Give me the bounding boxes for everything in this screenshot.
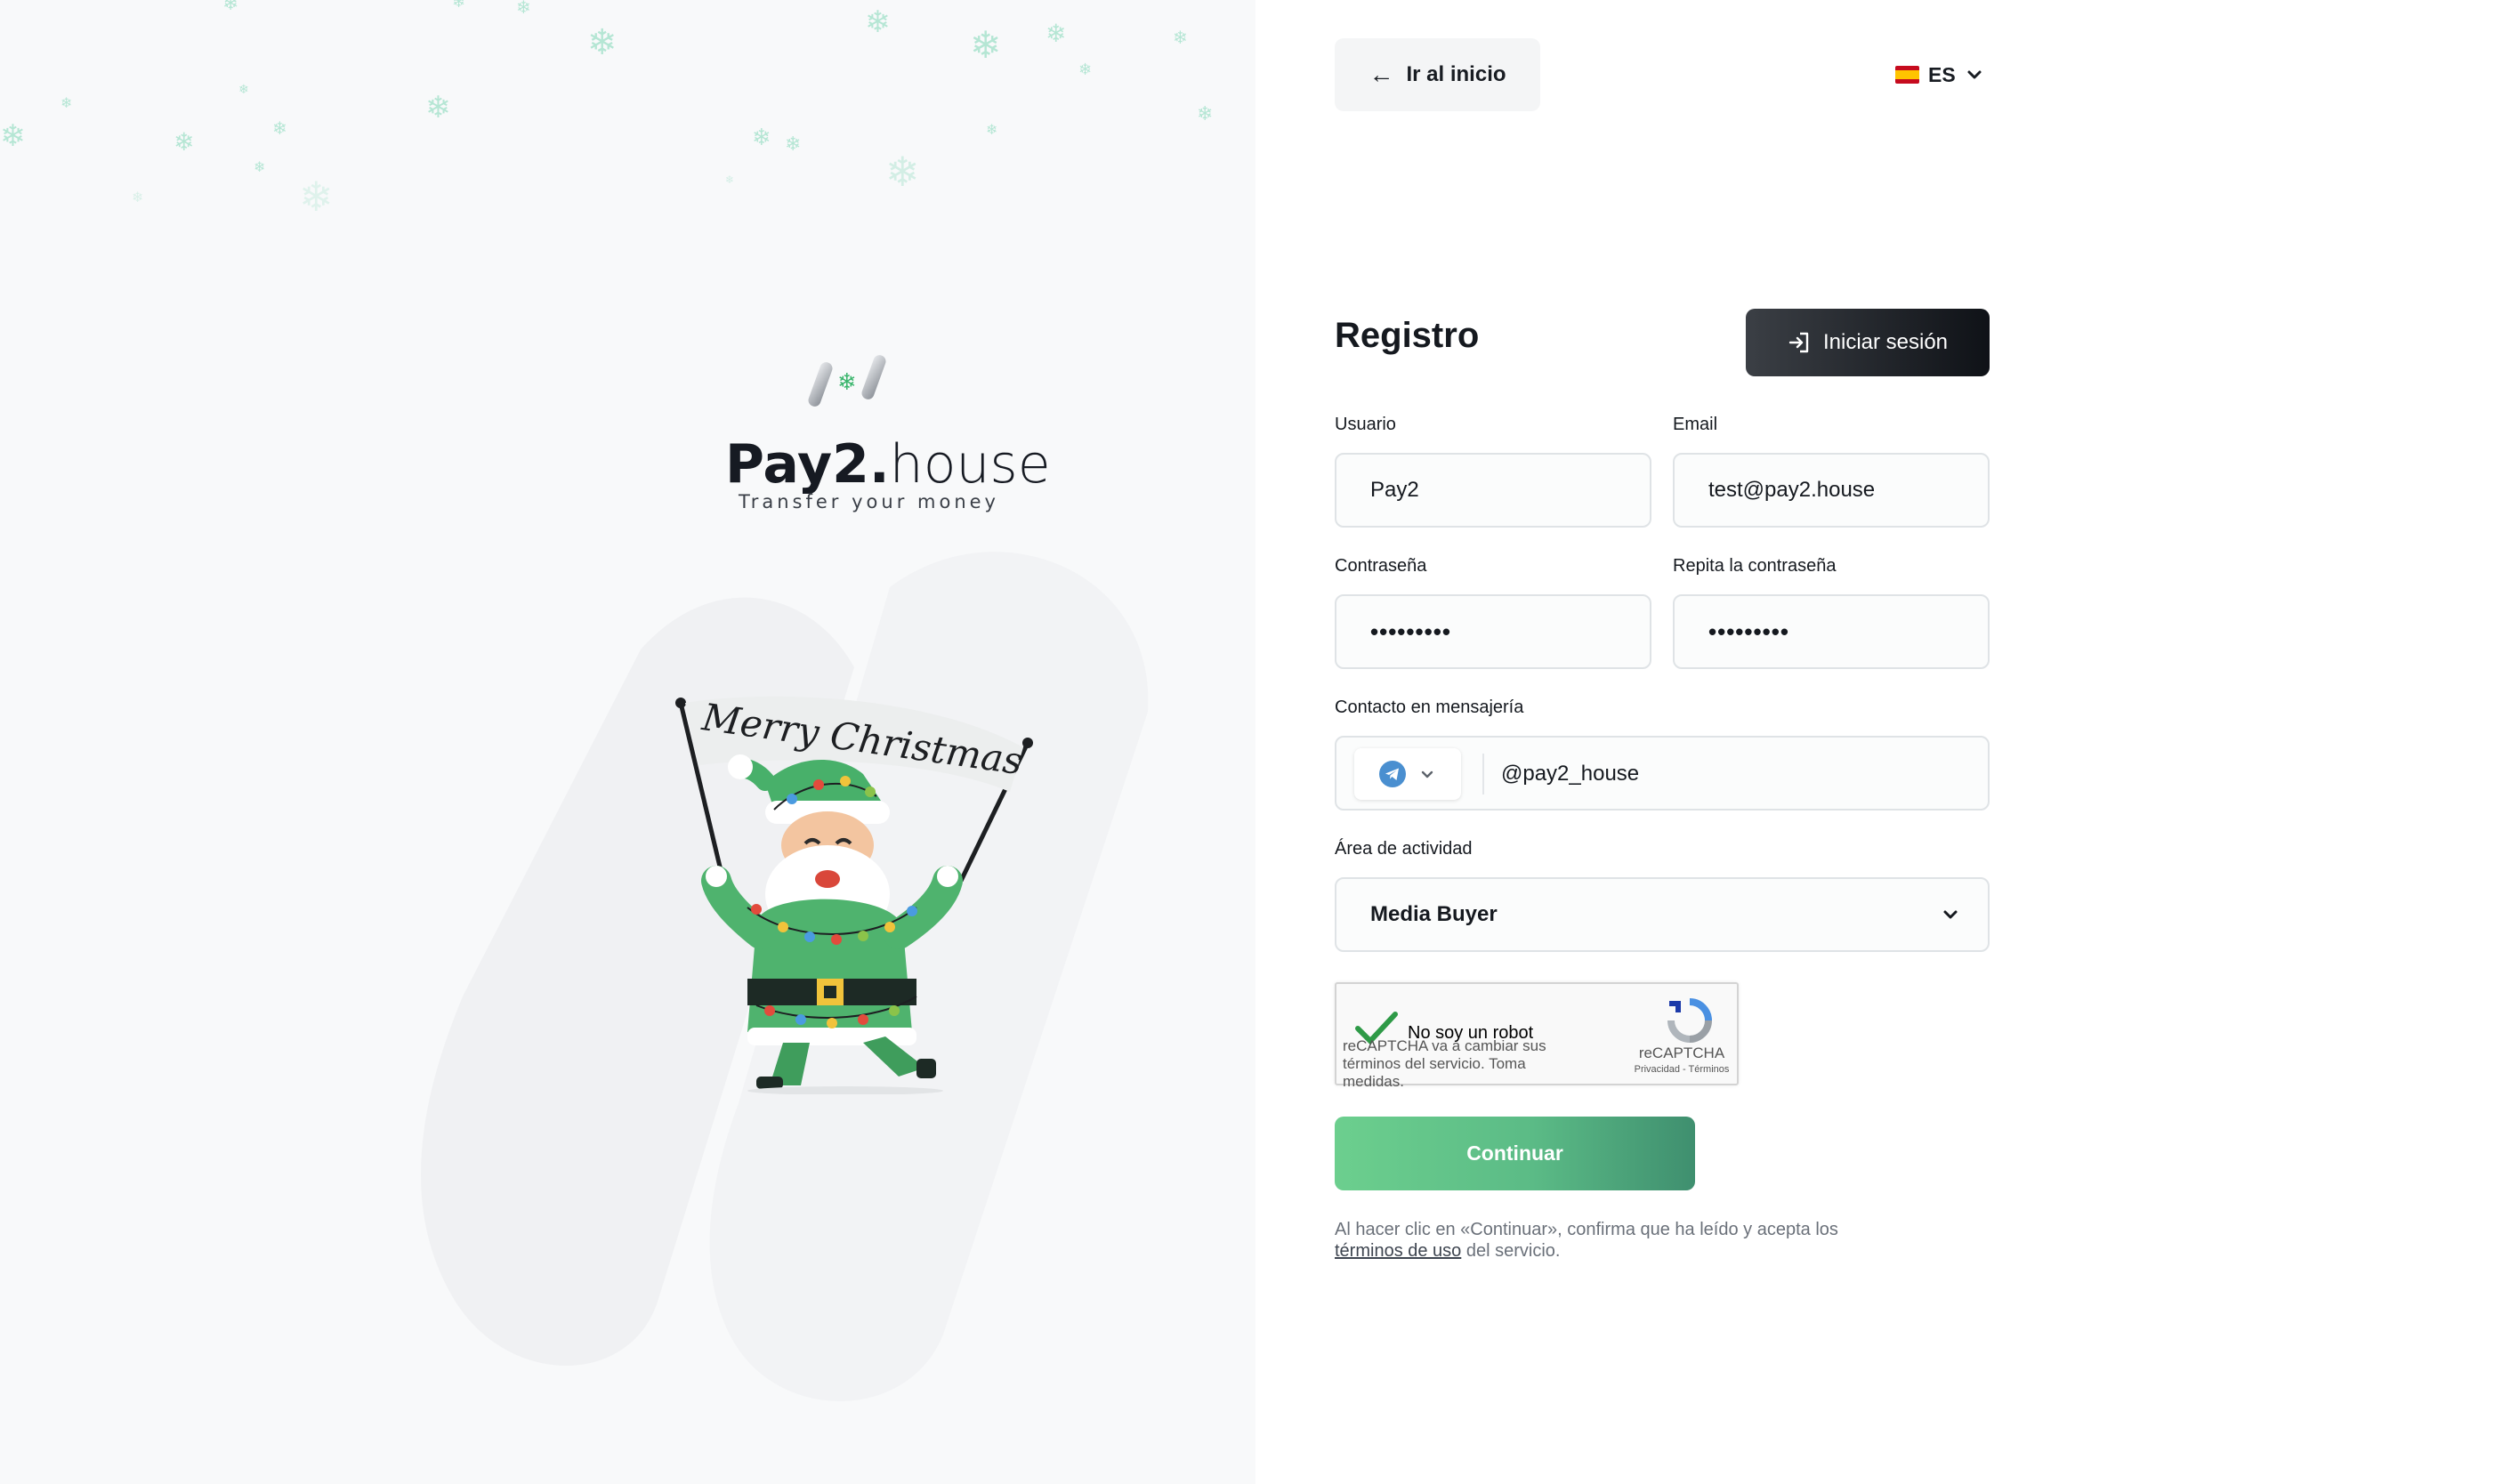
snowflake-icon: ❄ [1197, 103, 1214, 125]
email-label: Email [1673, 415, 1718, 434]
password-label: Contraseña [1335, 556, 1427, 576]
brand-tagline: Transfer your money [739, 491, 999, 512]
snowflake-icon: ❄ [1046, 19, 1067, 48]
svg-text:❄: ❄ [837, 369, 857, 396]
snowflake-icon: ❄ [132, 189, 144, 206]
recaptcha-warning: reCAPTCHA va a cambiar sus términos del … [1343, 1037, 1546, 1090]
snowflake-icon: ❄ [785, 133, 802, 156]
snowflake-icon: ❄ [865, 4, 891, 40]
arrow-left-icon: ← [1369, 60, 1394, 88]
brand-logo-icon: ❄ [808, 355, 886, 407]
login-label: Iniciar sesión [1822, 330, 1949, 354]
snowflake-icon: ❄ [516, 0, 531, 18]
snowflake-icon: ❄ [1078, 60, 1093, 79]
snowflake-icon: ❄ [752, 125, 771, 151]
snowflake-icon: ❄ [0, 118, 26, 154]
snowflake-icon: ❄ [238, 83, 249, 97]
email-input[interactable] [1673, 453, 1990, 528]
continue-button[interactable]: Continuar [1335, 1117, 1695, 1190]
snowflake-icon: ❄ [299, 173, 334, 221]
language-code: ES [1928, 62, 1956, 86]
messenger-field [1335, 736, 1990, 811]
page-title: Registro [1335, 316, 1480, 355]
password-input[interactable] [1335, 594, 1651, 669]
password-repeat-label: Repita la contraseña [1673, 556, 1837, 576]
username-input[interactable] [1335, 453, 1651, 528]
santa-illustration: Merry Christmas [675, 695, 1033, 1094]
messenger-type-select[interactable] [1354, 748, 1461, 800]
sign-in-icon [1788, 332, 1809, 353]
terms-suffix: del servicio. [1465, 1241, 1561, 1261]
terms-notice: Al hacer clic en «Continuar», confirma q… [1335, 1219, 1904, 1262]
terms-of-use-link[interactable]: términos de uso [1335, 1241, 1461, 1261]
brand-wordmark: Pay2.house [725, 433, 1051, 496]
messenger-handle-input[interactable] [1501, 754, 1973, 794]
brand-name-light: house [889, 433, 1051, 496]
spain-flag-icon [1895, 66, 1919, 84]
snowflake-icon: ❄ [61, 94, 73, 111]
snowflake-icon: ❄ [970, 23, 1002, 67]
username-label: Usuario [1335, 415, 1396, 434]
snowflake-icon: ❄ [174, 127, 195, 157]
recaptcha-links[interactable]: Privacidad - Términos [1619, 1064, 1744, 1075]
snowflake-icon: ❄ [587, 22, 618, 63]
snowflake-icon: ❄ [452, 0, 466, 12]
snowflake-icon: ❄ [725, 173, 735, 186]
snowflake-icon: ❄ [254, 158, 266, 175]
promo-panel: ❄ ❄ ❄ ❄ ❄ ❄ ❄ ❄ ❄ ❄ ❄ ❄ ❄ ❄ ❄ ❄ ❄ ❄ ❄ ❄ … [0, 0, 1256, 1484]
recaptcha-logo-icon [1667, 998, 1712, 1043]
snowflake-icon: ❄ [1173, 27, 1188, 48]
telegram-icon [1379, 761, 1406, 787]
activity-value: Media Buyer [1370, 902, 1498, 926]
activity-select[interactable]: Media Buyer [1335, 877, 1990, 952]
language-selector[interactable]: ES [1895, 57, 1984, 93]
back-home-label: Ir al inicio [1406, 62, 1506, 86]
snowflake-icon: ❄ [986, 121, 998, 138]
terms-prefix: Al hacer clic en «Continuar», confirma q… [1335, 1220, 1838, 1239]
snowflake-icon: ❄ [222, 0, 239, 15]
brand-name-bold: Pay2. [725, 433, 890, 496]
chevron-down-icon [1421, 770, 1433, 778]
snowflake-icon: ❄ [425, 90, 451, 125]
login-button[interactable]: Iniciar sesión [1746, 309, 1990, 376]
divider [1482, 754, 1484, 794]
chevron-down-icon [1967, 70, 1982, 79]
recaptcha-widget: No soy un robot reCAPTCHA va a cambiar s… [1335, 982, 1739, 1090]
snowflake-icon: ❄ [885, 148, 920, 196]
chevron-down-icon [1943, 910, 1958, 919]
messenger-label: Contacto en mensajería [1335, 698, 1524, 717]
activity-label: Área de actividad [1335, 839, 1473, 859]
back-home-button[interactable]: ← Ir al inicio [1335, 38, 1540, 111]
snowflake-icon: ❄ [272, 117, 287, 139]
password-repeat-input[interactable] [1673, 594, 1990, 669]
recaptcha-brand: reCAPTCHA [1638, 1044, 1725, 1061]
